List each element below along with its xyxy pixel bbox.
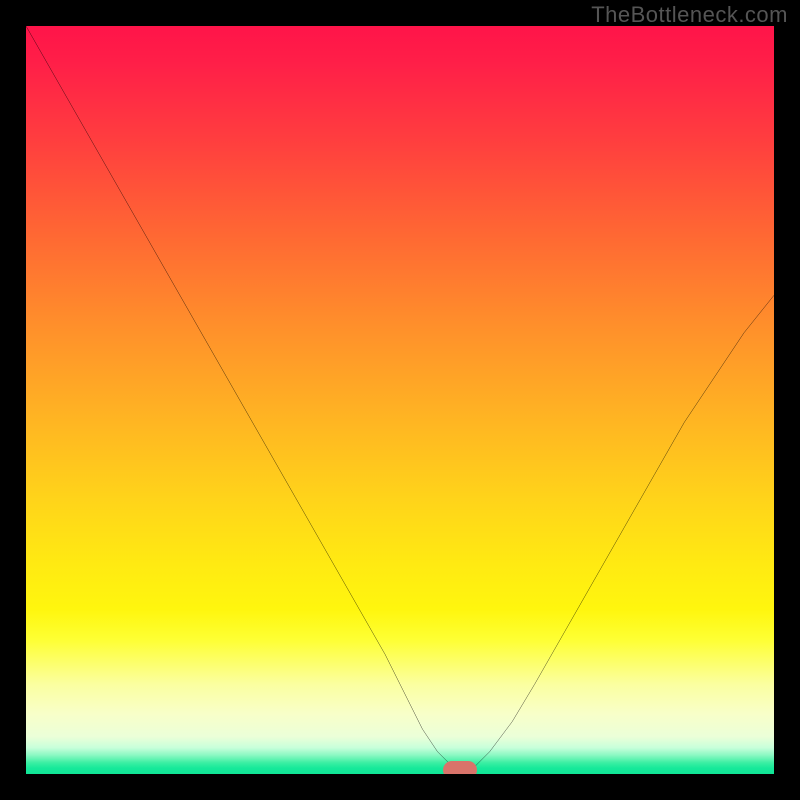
curve-path [26,26,774,774]
chart-frame: TheBottleneck.com [0,0,800,800]
watermark-text: TheBottleneck.com [591,2,788,28]
bottleneck-curve [26,26,774,774]
optimum-marker [443,761,477,774]
plot-area [26,26,774,774]
